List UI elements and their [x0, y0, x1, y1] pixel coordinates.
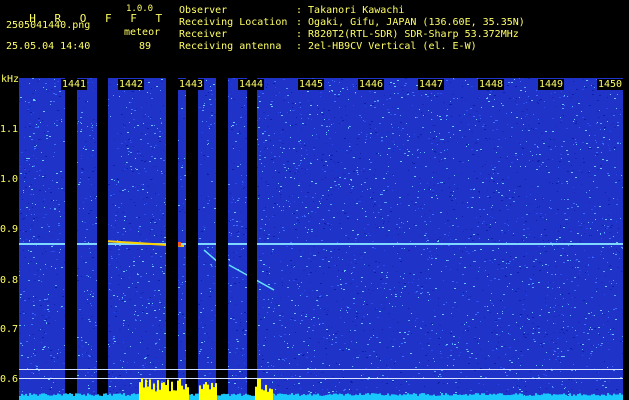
freq-label-0-6: 0.6	[0, 374, 19, 385]
detection-count: 89	[139, 41, 152, 52]
minute-label-1446: 1446	[358, 79, 385, 90]
minute-label-1441: 1441	[61, 79, 88, 90]
detection-label: meteor	[124, 27, 161, 38]
minute-label-1449: 1449	[538, 79, 565, 90]
minute-label-1442: 1442	[118, 79, 145, 90]
spectrogram-canvas	[19, 78, 623, 400]
data-gap	[166, 78, 178, 400]
minute-label-1445: 1445	[298, 79, 325, 90]
freq-label-0-9: 0.9	[0, 224, 19, 235]
reference-line	[19, 378, 623, 379]
info-value-observer: : Takanori Kawachi	[296, 5, 405, 16]
minute-label-1450: 1450	[597, 79, 624, 90]
data-gap	[247, 78, 257, 400]
data-gap	[65, 78, 77, 400]
info-value-location: : Ogaki, Gifu, JAPAN (136.60E, 35.35N)	[296, 17, 525, 28]
file-name: 2505041440.png	[6, 20, 91, 31]
data-gap	[186, 78, 198, 400]
minute-label-1443: 1443	[178, 79, 205, 90]
frequency-unit-label: kHz	[1, 74, 20, 85]
freq-label-1-1: 1.1	[0, 124, 19, 135]
freq-label-0-7: 0.7	[0, 324, 19, 335]
freq-label-1-0: 1.0	[0, 174, 19, 185]
info-key-location: Receiving Location	[179, 17, 288, 28]
info-value-receiver: : R820T2(RTL-SDR) SDR-Sharp 53.372MHz	[296, 29, 519, 40]
file-datetime: 25.05.04 14:40	[6, 41, 91, 52]
spectrogram-background	[19, 78, 623, 400]
data-gap	[97, 78, 108, 400]
data-gap	[216, 78, 228, 400]
spectrogram	[19, 78, 623, 400]
info-key-observer: Observer	[179, 5, 228, 16]
minute-label-1444: 1444	[238, 79, 265, 90]
minute-label-1447: 1447	[418, 79, 445, 90]
carrier-line	[19, 243, 623, 245]
info-key-receiver: Receiver	[179, 29, 228, 40]
info-value-antenna: : 2el-HB9CV Vertical (el. E-W)	[296, 41, 477, 52]
info-key-antenna: Receiving antenna	[179, 41, 282, 52]
freq-label-0-8: 0.8	[0, 275, 19, 286]
reference-line	[19, 369, 623, 370]
app-version: 1.0.0	[126, 4, 154, 14]
minute-label-1448: 1448	[478, 79, 505, 90]
